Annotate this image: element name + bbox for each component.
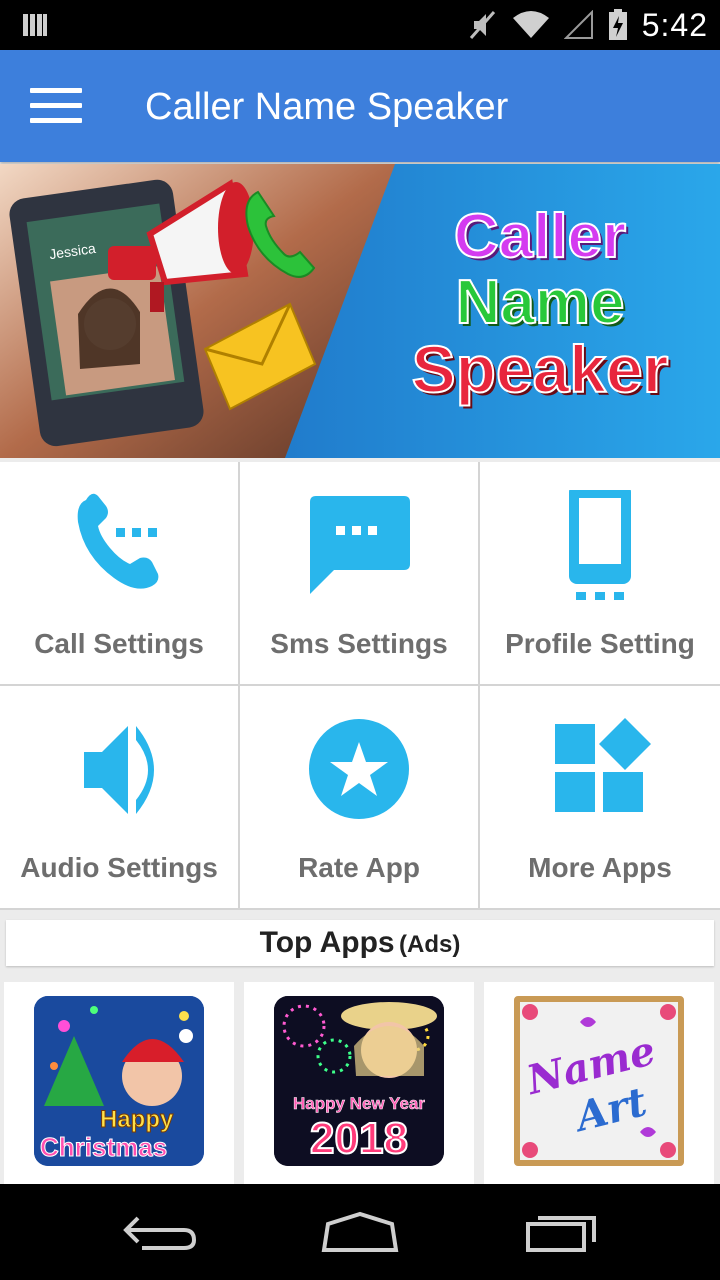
call-settings-tile[interactable]: Call Settings [0,462,240,686]
app-thumbnail-christmas: Happy Christmas [34,996,204,1166]
christmas-caption-2: Christmas [39,1132,168,1163]
audio-settings-tile[interactable]: Audio Settings [0,686,240,910]
banner-title-line3: Speaker [411,332,670,406]
hamburger-menu-icon[interactable] [30,88,82,124]
app-toolbar: Caller Name Speaker [0,50,720,162]
chat-bubble-icon [310,496,410,594]
call-settings-label: Call Settings [34,628,204,659]
signal-icon [563,10,593,39]
apps-grid-icon [555,718,651,812]
top-apps-header: Top Apps (Ads) [6,920,714,966]
home-icon[interactable] [320,1210,400,1254]
recent-apps-icon[interactable] [522,1210,602,1254]
speaker-volume-icon [84,726,154,814]
promo-banner: Jessica Caller Name Speaker [0,164,720,458]
star-icon [309,719,409,819]
app-title: Caller Name Speaker [145,86,509,128]
banner-title: Caller Name Speaker [395,202,685,406]
sms-settings-tile[interactable]: Sms Settings [240,462,480,686]
app-card-name-art[interactable]: Name Art [484,982,714,1184]
phone-call-icon [77,493,159,589]
rate-app-label: Rate App [298,852,420,883]
more-apps-label: More Apps [528,852,672,883]
banner-title-line2: Name [455,268,626,337]
top-apps-list: Happy Christmas Happy New Year 2018 Name… [0,982,720,1184]
profile-setting-label: Profile Setting [505,628,695,659]
top-apps-title: Top Apps [259,926,395,959]
banner-title-line1: Caller [453,202,627,271]
settings-grid: Call Settings Sms Settings Profile Setti… [0,462,720,910]
mute-icon [469,11,495,39]
app-thumbnail-new-year: Happy New Year 2018 [274,996,444,1166]
top-apps-ads-label: (Ads) [399,931,461,958]
app-thumbnail-name-art: Name Art [514,996,684,1166]
rate-app-tile[interactable]: Rate App [240,686,480,910]
profile-setting-tile[interactable]: Profile Setting [480,462,720,686]
status-time: 5:42 [641,6,708,43]
new-year-caption-2: 2018 [309,1113,409,1164]
new-year-caption-1: Happy New Year [293,1094,425,1114]
battery-icon [608,9,627,40]
back-icon[interactable] [122,1210,202,1254]
navigation-bar [0,1184,720,1280]
wifi-icon [512,11,549,38]
sms-settings-label: Sms Settings [270,628,448,659]
smartphone-icon [569,490,631,600]
status-bar: 5:42 [0,0,720,50]
audio-settings-label: Audio Settings [20,852,218,883]
notification-icon [23,14,47,36]
more-apps-tile[interactable]: More Apps [480,686,720,910]
christmas-caption-1: Happy [99,1106,174,1134]
app-card-new-year[interactable]: Happy New Year 2018 [244,982,474,1184]
app-card-christmas[interactable]: Happy Christmas [4,982,234,1184]
